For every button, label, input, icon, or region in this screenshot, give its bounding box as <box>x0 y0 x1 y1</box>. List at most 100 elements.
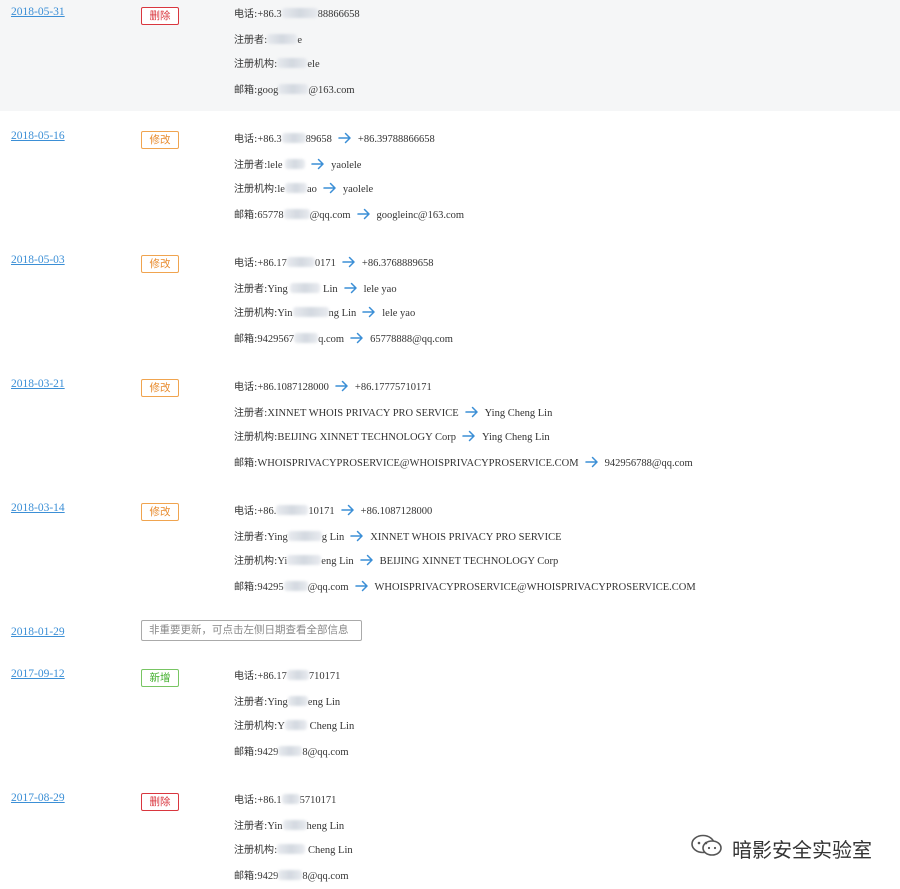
old-value: +86. <box>257 506 277 517</box>
modify-badge: 修改 <box>141 255 179 273</box>
field-label: 邮箱: <box>234 582 258 593</box>
field-registrant: 注册者:lele yaolele <box>234 158 361 175</box>
field-email: 邮箱:94295 @qq.com WHOISPRIVACYPROSERVICE@WH… <box>234 580 696 597</box>
old-value: goog <box>257 85 279 96</box>
old-value-tail: g Lin <box>321 532 345 543</box>
redaction-blur <box>267 34 298 44</box>
history-entry: 2018-05-31 删除 电话:+86.3 88866658 注册者: e 注册机构: el… <box>0 0 900 111</box>
old-value: BEIJING XINNET TECHNOLOGY Corp <box>277 432 456 443</box>
field-email: 邮箱:9429 8@qq.com <box>234 746 349 760</box>
field-label: 注册机构: <box>234 556 278 567</box>
old-value-tail: ao <box>306 184 317 195</box>
arrow-right-icon <box>335 380 349 397</box>
old-value: +86.17 <box>257 671 287 682</box>
redaction-blur <box>285 159 306 169</box>
field-label: 注册机构: <box>234 184 278 195</box>
old-value: le <box>277 184 285 195</box>
field-org: 注册机构:le ao yaolele <box>234 182 373 199</box>
field-registrant: 注册者:Ying eng Lin <box>234 696 340 710</box>
entry-date-link[interactable]: 2018-05-03 <box>11 254 65 266</box>
field-email: 邮箱:goog @163.com <box>234 84 355 98</box>
entry-date-link[interactable]: 2018-05-31 <box>11 6 65 18</box>
redaction-blur <box>276 505 309 515</box>
old-value-tail: 89658 <box>305 134 332 145</box>
field-label: 注册者: <box>234 284 268 295</box>
old-value-tail: 0171 <box>314 258 336 269</box>
redaction-blur <box>283 209 310 219</box>
old-value: 9429 <box>257 871 279 882</box>
field-registrant: 注册者:XINNET WHOIS PRIVACY PRO SERVICE Ying… <box>234 406 552 423</box>
field-label: 电话: <box>234 134 258 145</box>
entry-date-link[interactable]: 2018-01-29 <box>11 626 65 638</box>
field-label: 注册者: <box>234 821 268 832</box>
field-phone: 电话:+86.3 89658 +86.39788866658 <box>234 132 435 149</box>
delete-badge: 删除 <box>141 7 179 25</box>
field-phone: 电话:+86.17 710171 <box>234 670 340 684</box>
redaction-blur <box>277 844 306 854</box>
new-value: WHOISPRIVACYPROSERVICE@WHOISPRIVACYPROSE… <box>374 582 696 593</box>
arrow-right-icon <box>340 504 355 521</box>
whois-history-list: 2018-05-31 删除 电话:+86.3 88866658 注册者: e 注册机构: el… <box>0 0 900 889</box>
old-value-tail: 8@qq.com <box>302 747 349 758</box>
arrow-right-icon <box>311 158 325 175</box>
modify-badge: 修改 <box>141 379 179 397</box>
redaction-blur <box>287 696 308 706</box>
arrow-right-icon <box>356 208 371 225</box>
wechat-icon <box>690 834 724 863</box>
old-value: 9429 <box>257 747 279 758</box>
old-value-tail: Lin <box>320 284 338 295</box>
entry-date-link[interactable]: 2017-09-12 <box>11 668 65 680</box>
entry-date-link[interactable]: 2018-03-21 <box>11 378 65 390</box>
field-label: 邮箱: <box>234 747 258 758</box>
new-value: 65778888@qq.com <box>370 334 453 345</box>
history-entry: 2018-03-14 修改 电话:+86. 10171 +86.1087128000 注册… <box>0 496 900 620</box>
arrow-right-icon <box>584 456 599 473</box>
note-badge: 非重要更新，可点击左侧日期查看全部信息 <box>141 620 362 641</box>
redaction-blur <box>278 746 303 756</box>
new-value: +86.1087128000 <box>360 506 433 517</box>
new-value: Ying Cheng Lin <box>484 408 553 419</box>
field-label: 注册机构: <box>234 308 278 319</box>
field-email: 邮箱:9429567 q.com 65778888@qq.com <box>234 332 453 349</box>
redaction-blur <box>283 581 308 591</box>
history-entry: 2018-01-29 非重要更新，可点击左侧日期查看全部信息 <box>0 620 900 662</box>
redaction-blur <box>290 283 321 293</box>
watermark: 暗影安全实验室 <box>690 834 872 863</box>
old-value-tail: 710171 <box>308 671 341 682</box>
old-value-tail: e <box>297 35 303 46</box>
old-value-tail: Cheng Lin <box>305 845 353 856</box>
field-registrant: 注册者:Ying g Lin XINNET WHOIS PRIVACY PRO SE… <box>234 530 562 547</box>
field-email: 邮箱:65778 @qq.com googleinc@163.com <box>234 208 464 225</box>
field-org: 注册机构: Cheng Lin <box>234 844 353 858</box>
field-phone: 电话:+86.17 0171 +86.3768889658 <box>234 256 433 273</box>
redaction-blur <box>281 133 306 143</box>
arrow-right-icon <box>350 530 364 547</box>
new-value: 942956788@qq.com <box>604 458 693 469</box>
entry-date-link[interactable]: 2017-08-29 <box>11 792 65 804</box>
arrow-right-icon <box>464 406 479 423</box>
arrow-right-icon <box>462 430 476 447</box>
redaction-blur <box>284 183 307 193</box>
field-label: 邮箱: <box>234 871 258 882</box>
entry-date-link[interactable]: 2018-03-14 <box>11 502 65 514</box>
field-org: 注册机构:Y Cheng Lin <box>234 720 354 734</box>
field-label: 电话: <box>234 258 258 269</box>
old-value: 65778 <box>257 210 284 221</box>
old-value: Yin <box>277 308 293 319</box>
old-value-tail: heng Lin <box>306 821 345 832</box>
redaction-blur <box>292 307 329 317</box>
new-value: BEIJING XINNET TECHNOLOGY Corp <box>379 556 559 567</box>
old-value-tail: 10171 <box>308 506 335 517</box>
old-value-tail: eng Lin <box>321 556 354 567</box>
old-value: Yi <box>277 556 288 567</box>
new-value: +86.17775710171 <box>354 382 432 393</box>
field-label: 注册机构: <box>234 432 278 443</box>
field-phone: 电话:+86. 10171 +86.1087128000 <box>234 504 432 521</box>
entry-date-link[interactable]: 2018-05-16 <box>11 130 65 142</box>
field-label: 注册者: <box>234 35 268 46</box>
redaction-blur <box>287 531 322 541</box>
old-value-tail: @qq.com <box>309 210 351 221</box>
old-value: +86.3 <box>257 9 282 20</box>
field-org: 注册机构:BEIJING XINNET TECHNOLOGY Corp Ying … <box>234 430 550 447</box>
old-value-tail: q.com <box>318 334 345 345</box>
